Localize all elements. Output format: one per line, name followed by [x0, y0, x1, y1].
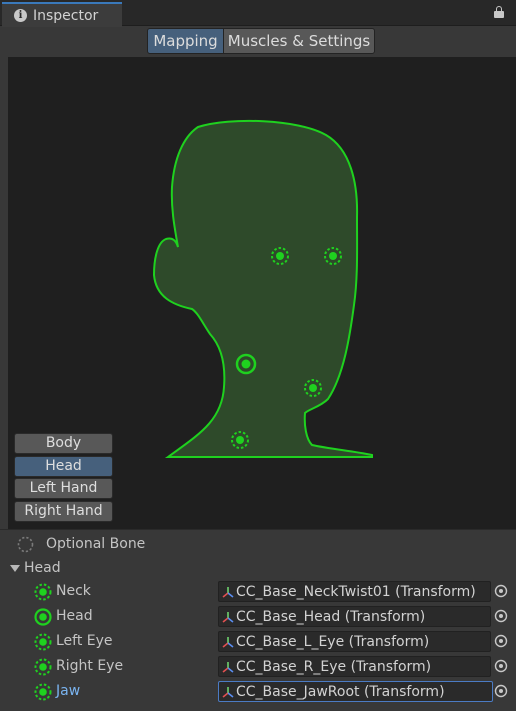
- object-picker-icon[interactable]: [494, 634, 508, 648]
- optional-bone-label: Optional Bone: [46, 536, 146, 552]
- transform-field-value: CC_Base_NeckTwist01 (Transform): [236, 583, 476, 600]
- transform-object-field[interactable]: CC_Base_JawRoot (Transform): [218, 681, 493, 702]
- transform-icon: [222, 611, 234, 623]
- bone-label: Jaw: [56, 683, 81, 699]
- section-title: Head: [24, 560, 61, 576]
- inspector-tab[interactable]: i Inspector: [2, 2, 122, 27]
- transform-object-field[interactable]: CC_Base_NeckTwist01 (Transform): [218, 581, 491, 602]
- optional-bone-legend: Optional Bone: [17, 533, 145, 555]
- transform-field-value: CC_Base_R_Eye (Transform): [236, 658, 432, 675]
- object-picker-icon[interactable]: [494, 609, 508, 623]
- transform-field-value: CC_Base_JawRoot (Transform): [236, 683, 445, 700]
- body-part-button-body[interactable]: Body: [14, 433, 113, 454]
- transform-field-value: CC_Base_L_Eye (Transform): [236, 633, 430, 650]
- transform-icon: [222, 661, 234, 673]
- transform-object-field[interactable]: CC_Base_R_Eye (Transform): [218, 656, 491, 677]
- dashed-circle-icon: [17, 536, 34, 552]
- object-picker-icon[interactable]: [494, 584, 508, 598]
- object-picker-icon[interactable]: [494, 659, 508, 673]
- mode-toggle: Mapping Muscles & Settings: [0, 28, 516, 55]
- optional-bone-icon: [34, 683, 52, 701]
- info-icon: i: [14, 9, 27, 22]
- head-section-foldout[interactable]: Head: [10, 557, 61, 579]
- transform-icon: [222, 686, 234, 698]
- bone-label: Neck: [56, 583, 91, 599]
- bone-label: Left Eye: [56, 633, 113, 649]
- bone-label: Right Eye: [56, 658, 124, 674]
- bone-row-neck: Neck CC_Base_NeckTwist01 (Transform): [0, 580, 516, 604]
- bone-row-right-eye: Right Eye CC_Base_R_Eye (Transform): [0, 655, 516, 679]
- avatar-head-view: Body Head Left Hand Right Hand: [8, 57, 516, 529]
- expand-triangle-icon: [10, 564, 20, 572]
- body-part-button-left-hand[interactable]: Left Hand: [14, 478, 113, 499]
- transform-object-field[interactable]: CC_Base_Head (Transform): [218, 606, 491, 627]
- object-picker-icon[interactable]: [494, 684, 508, 698]
- divider: [0, 529, 516, 530]
- inspector-tab-title: Inspector: [33, 7, 99, 24]
- optional-bone-icon: [34, 658, 52, 676]
- head-outline: [152, 119, 373, 458]
- body-part-button-right-hand[interactable]: Right Hand: [14, 501, 113, 522]
- body-part-button-head[interactable]: Head: [14, 456, 113, 477]
- inspector-tab-bar: i Inspector: [0, 0, 516, 27]
- transform-icon: [222, 586, 234, 598]
- transform-field-value: CC_Base_Head (Transform): [236, 608, 426, 625]
- lock-icon[interactable]: [494, 6, 504, 18]
- transform-object-field[interactable]: CC_Base_L_Eye (Transform): [218, 631, 491, 652]
- transform-icon: [222, 636, 234, 648]
- bone-row-left-eye: Left Eye CC_Base_L_Eye (Transform): [0, 630, 516, 654]
- bone-row-head: Head CC_Base_Head (Transform): [0, 605, 516, 629]
- muscles-settings-tab-button[interactable]: Muscles & Settings: [223, 28, 375, 54]
- mapping-tab-button[interactable]: Mapping: [147, 28, 224, 54]
- bone-label: Head: [56, 608, 93, 624]
- optional-bone-icon: [34, 633, 52, 651]
- required-bone-icon: [34, 608, 52, 626]
- optional-bone-icon: [34, 583, 52, 601]
- bone-row-jaw: Jaw CC_Base_JawRoot (Transform): [0, 680, 516, 704]
